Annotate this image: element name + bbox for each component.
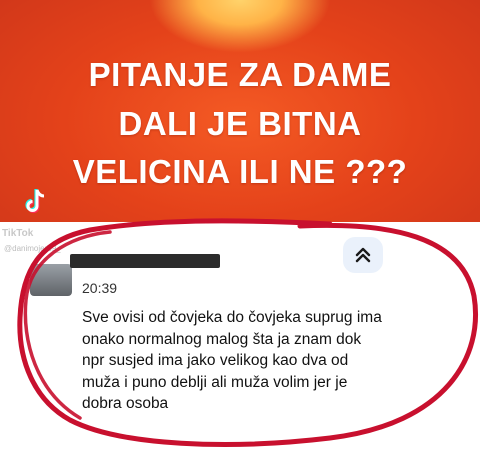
tiktok-logo-icon: [25, 189, 45, 214]
message-line: npr susjed ima jako velikog kao dva od: [82, 352, 349, 369]
headline-line-3: VELICINA ILI NE ???: [72, 153, 408, 190]
headline-line-2: DALI JE BITNA: [118, 105, 362, 142]
tiktok-handle: @danimojero9_: [4, 244, 61, 253]
message-line: muža i puno deblji ali muža volim jer je: [82, 373, 348, 391]
chevrons-up-icon: [355, 247, 371, 263]
headline-banner: PITANJE ZA DAME DALI JE BITNA VELICINA I…: [0, 0, 480, 225]
message-line: Sve ovisi od čovjeka do čovjeka suprug i…: [82, 309, 382, 326]
tiktok-watermark: TikTok: [2, 228, 34, 239]
scroll-up-button[interactable]: [343, 237, 383, 273]
message-line: dobra osoba: [82, 395, 169, 412]
avatar: [30, 264, 72, 296]
message-timestamp: 20:39: [82, 280, 118, 296]
message-line: onako normalnog malog šta ja znam dok: [82, 330, 362, 348]
redacted-username: [70, 254, 220, 268]
message-text: Sve ovisi od čovjeka do čovjeka suprug i…: [82, 307, 452, 415]
headline-line-1: PITANJE ZA DAME: [88, 56, 392, 93]
